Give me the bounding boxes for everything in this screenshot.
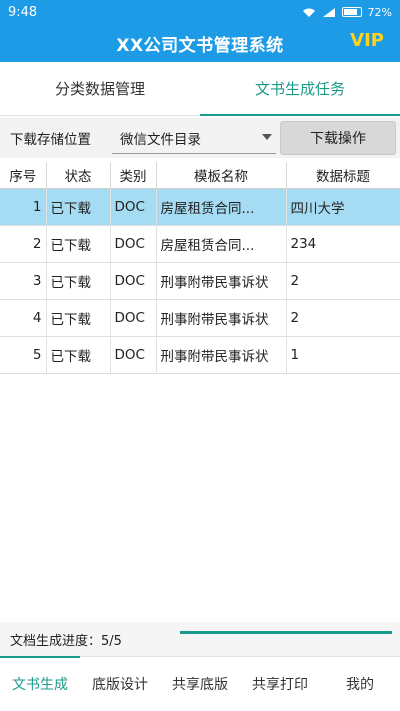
cell-index: 3 [0,262,47,300]
tab-document-tasks[interactable]: 文书生成任务 [200,62,400,116]
status-icons: 72% [302,6,392,19]
app-bar: XX公司文书管理系统 VIP [0,24,400,62]
cell-type: DOC [110,299,157,337]
app-title: XX公司文书管理系统 [116,35,284,56]
cell-template-name: 刑事附带民事诉状 [156,262,287,300]
progress-label: 文档生成进度：5/5 [10,633,122,649]
nav-mine[interactable]: 我的 [320,657,400,711]
nav-document-generate[interactable]: 文书生成 [0,656,80,711]
cell-status: 已下载 [46,262,111,300]
task-table: 序号 状态 类别 模板名称 数据标题 1 已下载 DOC 房屋租赁合同... 四… [0,162,400,374]
battery-percent: 72% [367,5,392,19]
header-data-title: 数据标题 [286,162,400,189]
header-template-name: 模板名称 [156,162,287,189]
storage-location-select[interactable]: 微信文件目录 [112,122,276,154]
cell-data-title: 2 [286,262,400,300]
signal-icon [322,7,335,17]
header-index: 序号 [0,162,47,189]
cell-template-name: 房屋租赁合同... [156,188,287,226]
cell-index: 2 [0,225,47,263]
bottom-nav: 文书生成 底版设计 共享底版 共享打印 我的 [0,656,400,711]
status-bar: 9:48 72% [0,0,400,24]
generation-progress: 文档生成进度：5/5 [0,622,400,656]
storage-selected-value: 微信文件目录 [120,131,201,148]
cell-type: DOC [110,188,157,226]
header-type: 类别 [110,162,157,189]
storage-row: 下载存储位置 微信文件目录 下载操作 [0,118,400,158]
cell-data-title: 2 [286,299,400,337]
cell-index: 5 [0,336,47,374]
nav-template-design[interactable]: 底版设计 [80,657,160,711]
table-row[interactable]: 1 已下载 DOC 房屋租赁合同... 四川大学 [0,188,400,226]
nav-shared-print[interactable]: 共享打印 [240,657,320,711]
cell-template-name: 刑事附带民事诉状 [156,299,287,337]
wifi-icon [302,8,315,17]
header-status: 状态 [46,162,111,189]
cell-type: DOC [110,262,157,300]
cell-status: 已下载 [46,225,111,263]
download-action-button[interactable]: 下载操作 [280,121,396,155]
top-tabs: 分类数据管理 文书生成任务 [0,62,400,116]
dropdown-caret-icon [262,134,272,140]
cell-data-title: 1 [286,336,400,374]
table-header: 序号 状态 类别 模板名称 数据标题 [0,162,400,189]
status-time: 9:48 [8,4,38,20]
battery-icon [341,7,362,17]
cell-status: 已下载 [46,299,111,337]
progress-bar [180,631,392,634]
cell-template-name: 刑事附带民事诉状 [156,336,287,374]
table-row[interactable]: 4 已下载 DOC 刑事附带民事诉状 2 [0,299,400,337]
vip-button[interactable]: VIP [350,30,384,51]
tab-category-data[interactable]: 分类数据管理 [0,62,200,115]
progress-fill [180,631,392,634]
table-row[interactable]: 5 已下载 DOC 刑事附带民事诉状 1 [0,336,400,374]
cell-index: 1 [0,188,47,226]
cell-template-name: 房屋租赁合同... [156,225,287,263]
cell-data-title: 四川大学 [286,188,400,226]
cell-type: DOC [110,336,157,374]
cell-type: DOC [110,225,157,263]
cell-data-title: 234 [286,225,400,263]
cell-index: 4 [0,299,47,337]
nav-shared-templates[interactable]: 共享底版 [160,657,240,711]
table-row[interactable]: 2 已下载 DOC 房屋租赁合同... 234 [0,225,400,263]
cell-status: 已下载 [46,188,111,226]
cell-status: 已下载 [46,336,111,374]
table-row[interactable]: 3 已下载 DOC 刑事附带民事诉状 2 [0,262,400,300]
storage-label: 下载存储位置 [10,132,91,148]
